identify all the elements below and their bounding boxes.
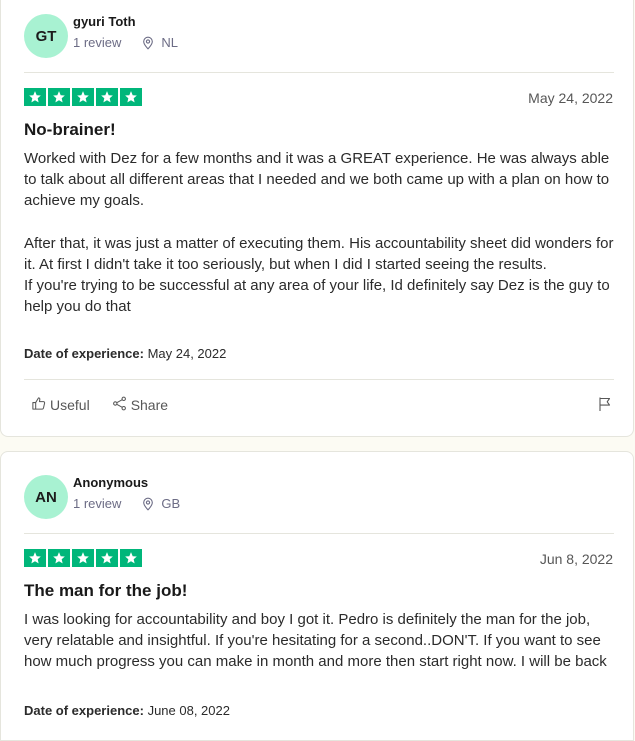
- reviewer-country: GB: [161, 496, 181, 511]
- reviewer-country: NL: [161, 35, 179, 50]
- location-pin-icon: [141, 36, 155, 50]
- share-button[interactable]: Share: [112, 396, 168, 414]
- thumbs-up-icon: [31, 396, 46, 414]
- useful-button[interactable]: Useful: [31, 396, 90, 414]
- reviewer-name[interactable]: gyuri Toth: [73, 14, 136, 29]
- review-card: AN Anonymous 1 review GB Jun 8, 2022 The…: [0, 451, 634, 741]
- flag-icon[interactable]: [597, 396, 613, 412]
- star-icon: [48, 88, 70, 106]
- star-icon: [48, 549, 70, 567]
- reviewer-meta: 1 review GB: [73, 496, 180, 511]
- divider: [24, 379, 614, 380]
- divider: [24, 533, 614, 534]
- review-title[interactable]: No-brainer!: [24, 120, 116, 140]
- reviewer-meta: 1 review NL: [73, 35, 178, 50]
- review-actions: Useful Share: [31, 396, 168, 414]
- review-paragraph: Worked with Dez for a few months and it …: [24, 150, 610, 210]
- location-pin-icon: [141, 497, 155, 511]
- star-icon: [72, 88, 94, 106]
- review-paragraph: After that, it was just a matter of exec…: [24, 234, 614, 273]
- star-icon: [24, 88, 46, 106]
- review-card: GT gyuri Toth 1 review NL May 24, 2022 N…: [0, 0, 634, 437]
- experience-date: June 08, 2022: [147, 703, 230, 718]
- useful-label: Useful: [50, 397, 90, 413]
- review-count: 1 review: [73, 496, 122, 511]
- review-date: Jun 8, 2022: [539, 551, 613, 567]
- avatar[interactable]: GT: [24, 14, 68, 58]
- star-icon: [120, 549, 142, 567]
- avatar[interactable]: AN: [24, 475, 68, 519]
- star-icon: [96, 549, 118, 567]
- divider: [24, 72, 614, 73]
- star-icon: [120, 88, 142, 106]
- review-paragraph: I was looking for accountability and boy…: [24, 611, 607, 671]
- share-label: Share: [130, 397, 169, 413]
- review-count: 1 review: [73, 35, 122, 50]
- star-icon: [24, 549, 46, 567]
- star-icon: [96, 88, 118, 106]
- date-of-experience: Date of experience: May 24, 2022: [24, 346, 226, 361]
- review-date: May 24, 2022: [528, 90, 613, 106]
- review-body: Worked with Dez for a few months and it …: [24, 148, 619, 317]
- experience-label: Date of experience:: [24, 346, 144, 361]
- share-icon: [112, 396, 127, 414]
- star-rating: [24, 549, 142, 567]
- review-paragraph: If you're trying to be successful at any…: [24, 277, 610, 316]
- experience-label: Date of experience:: [24, 703, 144, 718]
- star-icon: [72, 549, 94, 567]
- star-rating: [24, 88, 142, 106]
- experience-date: May 24, 2022: [147, 346, 227, 361]
- reviewer-name[interactable]: Anonymous: [73, 475, 148, 490]
- review-body: I was looking for accountability and boy…: [24, 609, 619, 673]
- review-title[interactable]: The man for the job!: [24, 581, 187, 601]
- date-of-experience: Date of experience: June 08, 2022: [24, 703, 230, 718]
